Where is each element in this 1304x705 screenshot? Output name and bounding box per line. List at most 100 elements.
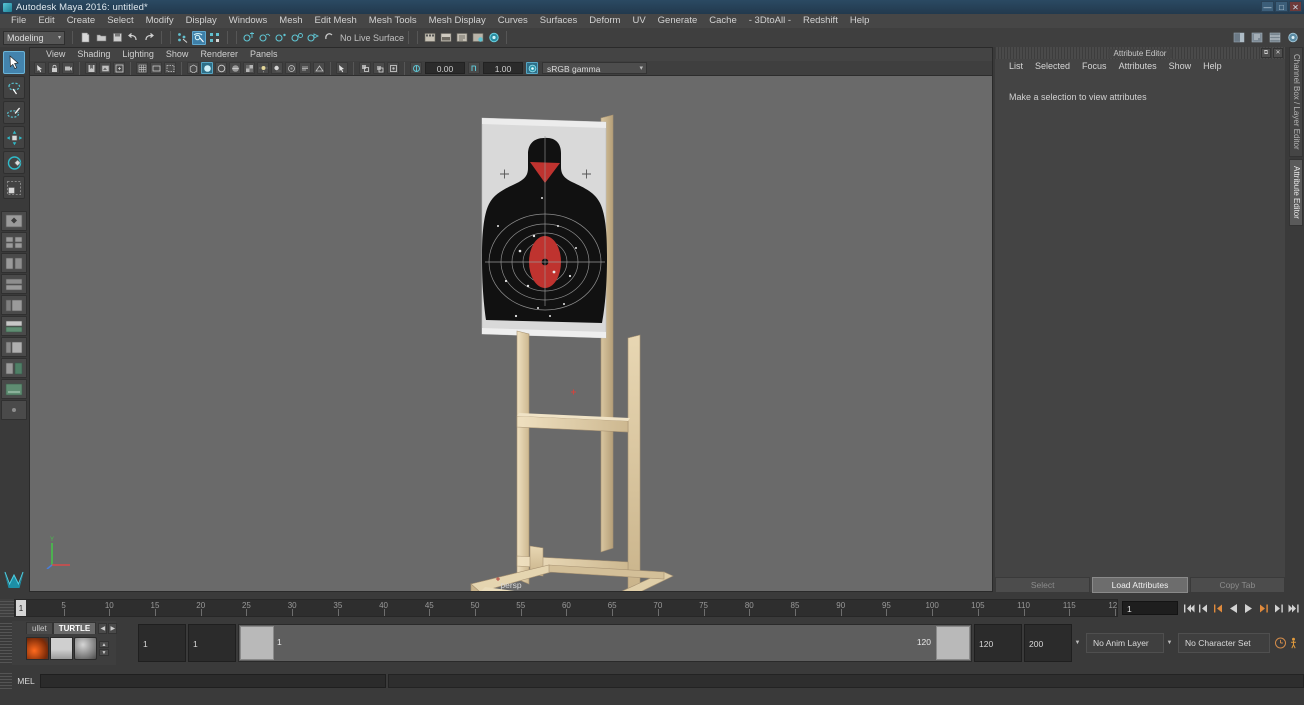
close-button[interactable]: ✕ xyxy=(1289,1,1302,12)
hypershade-icon[interactable] xyxy=(471,31,485,45)
paint-select-tool[interactable] xyxy=(3,101,25,124)
select-by-hierarchy-icon[interactable] xyxy=(176,31,190,45)
ae-menu-show[interactable]: Show xyxy=(1163,59,1198,74)
wireframe-shading-icon[interactable] xyxy=(187,62,199,74)
step-forward-key-button[interactable] xyxy=(1272,601,1285,615)
menu-windows[interactable]: Windows xyxy=(223,14,274,28)
current-time-indicator[interactable]: 1 xyxy=(16,600,26,616)
shelf-prev-icon[interactable]: ◀ xyxy=(98,623,108,634)
range-slider-track[interactable]: 1 120 xyxy=(238,624,972,662)
shadows-icon[interactable] xyxy=(271,62,283,74)
select-tool[interactable] xyxy=(3,51,25,74)
snap-to-curve-icon[interactable] xyxy=(258,31,272,45)
layout-persp-graph-editor[interactable] xyxy=(1,337,27,357)
exposure-icon[interactable] xyxy=(410,62,422,74)
ae-menu-help[interactable]: Help xyxy=(1197,59,1228,74)
show-hide-channel-box-icon[interactable] xyxy=(1268,30,1282,44)
menu-set-selector[interactable]: Modeling ▾ xyxy=(3,30,65,45)
shelf-item-sphere-material[interactable] xyxy=(74,637,97,660)
current-frame-field[interactable]: 1 xyxy=(1122,601,1178,615)
isolate-select-icon[interactable] xyxy=(336,62,348,74)
show-hide-modeling-toolkit-icon[interactable] xyxy=(1286,30,1300,44)
layout-hypershade-persp[interactable] xyxy=(1,358,27,378)
viewport-menu-panels[interactable]: Panels xyxy=(244,48,284,61)
play-backwards-button[interactable] xyxy=(1227,601,1240,615)
character-set-chevron-icon[interactable]: ▼ xyxy=(1164,633,1175,653)
menu-select[interactable]: Select xyxy=(101,14,139,28)
gamma-icon[interactable] xyxy=(468,62,480,74)
layout-three-panes-split-left[interactable] xyxy=(1,295,27,315)
grid-toggle-icon[interactable] xyxy=(136,62,148,74)
shelf-tab-turtle[interactable]: TURTLE xyxy=(52,622,97,634)
xray-active-components-icon[interactable] xyxy=(387,62,399,74)
go-to-start-button[interactable] xyxy=(1182,601,1195,615)
ae-menu-list[interactable]: List xyxy=(1003,59,1029,74)
copy-tab-button[interactable]: Copy Tab xyxy=(1189,577,1285,593)
multisample-aa-icon[interactable] xyxy=(313,62,325,74)
snap-to-point-icon[interactable] xyxy=(274,31,288,45)
play-forwards-button[interactable] xyxy=(1242,601,1255,615)
smooth-shade-all-icon[interactable] xyxy=(201,62,213,74)
viewport-menu-lighting[interactable]: Lighting xyxy=(116,48,160,61)
menu-3dtoall[interactable]: - 3DtoAll - xyxy=(743,14,797,28)
scale-tool[interactable] xyxy=(3,176,25,199)
menu-modify[interactable]: Modify xyxy=(140,14,180,28)
menu-cache[interactable]: Cache xyxy=(703,14,742,28)
wireframe-on-shaded-icon[interactable] xyxy=(229,62,241,74)
rotate-tool[interactable] xyxy=(3,151,25,174)
screen-space-ao-icon[interactable] xyxy=(285,62,297,74)
range-row-grip[interactable] xyxy=(0,623,12,663)
open-scene-icon[interactable] xyxy=(94,31,108,45)
range-end-handle[interactable] xyxy=(936,626,970,660)
xray-icon[interactable] xyxy=(359,62,371,74)
menu-mesh[interactable]: Mesh xyxy=(273,14,308,28)
viewport-menu-shading[interactable]: Shading xyxy=(71,48,116,61)
resolution-gate-icon[interactable] xyxy=(164,62,176,74)
range-start-field[interactable]: 1 xyxy=(188,624,236,662)
select-button[interactable]: Select xyxy=(995,577,1091,593)
viewport-canvas[interactable]: Y persp xyxy=(30,76,992,591)
shelf-scroll-down-icon[interactable]: ▼ xyxy=(99,649,109,656)
shelf-item-scene-preview[interactable] xyxy=(50,637,73,660)
command-language-label[interactable]: MEL xyxy=(12,676,40,686)
lock-camera-icon[interactable] xyxy=(48,62,60,74)
time-slider-track[interactable]: 1 5 10 15 20 25 30 35 40 45 50 55 60 65 70 75 80 85 90 95 1… xyxy=(14,599,1118,617)
step-back-frame-button[interactable] xyxy=(1212,601,1225,615)
menu-create[interactable]: Create xyxy=(61,14,102,28)
save-scene-icon[interactable] xyxy=(110,31,124,45)
menu-uv[interactable]: UV xyxy=(626,14,651,28)
menu-help[interactable]: Help xyxy=(844,14,876,28)
menu-curves[interactable]: Curves xyxy=(492,14,534,28)
ae-menu-attributes[interactable]: Attributes xyxy=(1113,59,1163,74)
playback-end-field[interactable]: 120 xyxy=(974,624,1022,662)
select-by-object-type-icon[interactable] xyxy=(192,30,206,45)
undock-panel-icon[interactable]: ⧉ xyxy=(1261,48,1271,58)
command-line-grip[interactable] xyxy=(0,672,12,689)
shelf-next-icon[interactable]: ▶ xyxy=(108,623,118,634)
menu-surfaces[interactable]: Surfaces xyxy=(534,14,584,28)
color-management-toggle-icon[interactable] xyxy=(526,62,538,74)
two-d-pan-zoom-icon[interactable] xyxy=(113,62,125,74)
step-back-key-button[interactable] xyxy=(1197,601,1210,615)
anim-end-field[interactable]: 200 xyxy=(1024,624,1072,662)
menu-deform[interactable]: Deform xyxy=(583,14,626,28)
layout-two-panes-stacked[interactable] xyxy=(1,274,27,294)
move-tool[interactable] xyxy=(3,126,25,149)
load-attributes-button[interactable]: Load Attributes xyxy=(1092,577,1188,593)
animation-preferences-icon[interactable] xyxy=(1287,636,1300,650)
color-management-select[interactable]: sRGB gamma xyxy=(542,62,647,75)
render-view-icon[interactable] xyxy=(487,31,501,45)
ae-menu-focus[interactable]: Focus xyxy=(1076,59,1113,74)
viewport-menu-renderer[interactable]: Renderer xyxy=(194,48,244,61)
menu-mesh-tools[interactable]: Mesh Tools xyxy=(363,14,423,28)
tab-attribute-editor[interactable]: Attribute Editor xyxy=(1289,158,1303,226)
layout-two-panes-side[interactable] xyxy=(1,253,27,273)
layout-persp-outliner-right[interactable] xyxy=(1,379,27,399)
go-to-end-button[interactable] xyxy=(1287,601,1300,615)
maximize-button[interactable]: □ xyxy=(1275,1,1288,12)
exposure-value-field[interactable]: 0.00 xyxy=(425,62,465,74)
bookmarks-icon[interactable] xyxy=(85,62,97,74)
menu-file[interactable]: File xyxy=(5,14,32,28)
xray-joints-icon[interactable] xyxy=(373,62,385,74)
motion-blur-icon[interactable] xyxy=(299,62,311,74)
